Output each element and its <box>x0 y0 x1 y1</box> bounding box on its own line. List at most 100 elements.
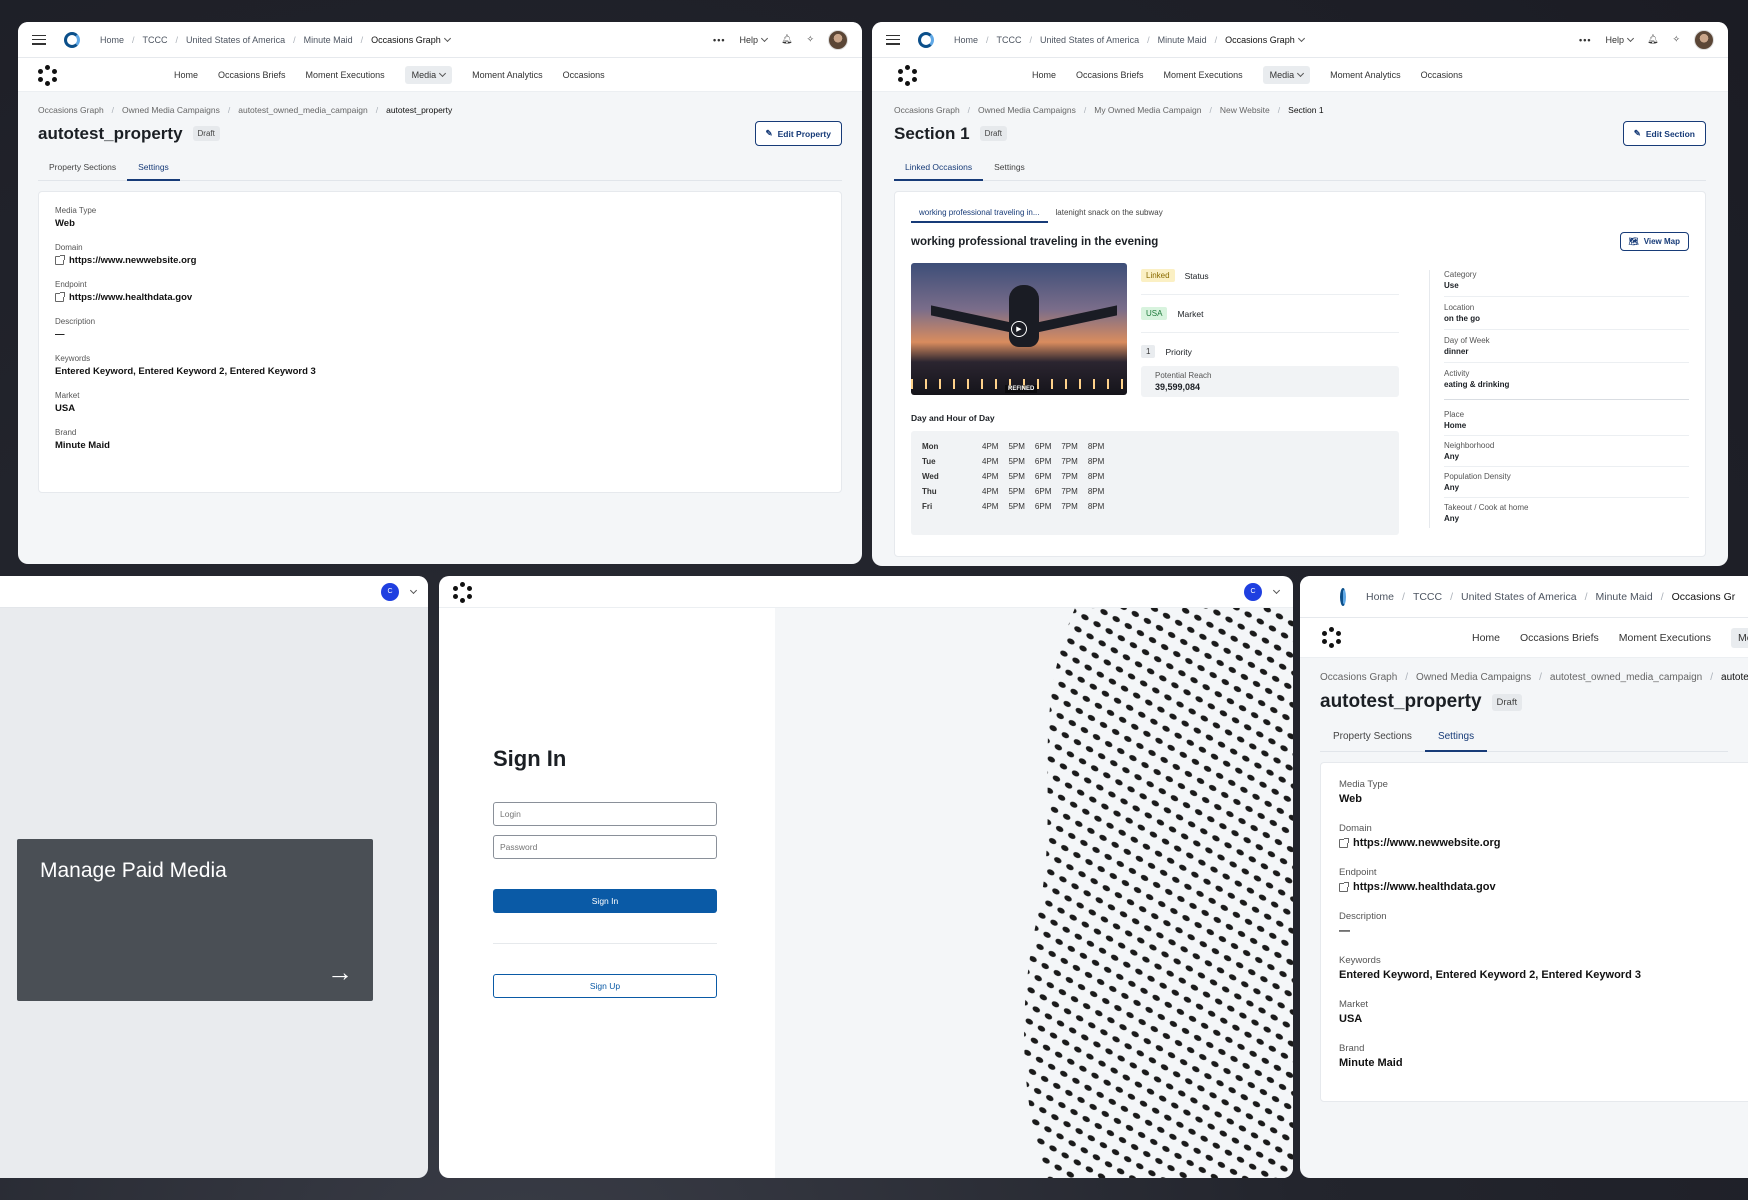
tab-home[interactable]: Home <box>1032 70 1056 80</box>
status-label: Status <box>1184 270 1209 281</box>
dotted-wave-pattern <box>1024 608 1293 1178</box>
crumb-brand[interactable]: Minute Maid <box>304 35 353 45</box>
more-icon[interactable]: ••• <box>713 35 725 45</box>
tab-media[interactable]: Media <box>1731 627 1748 648</box>
edit-property-button[interactable]: ✎ Edit Property <box>754 121 842 146</box>
tab-settings[interactable]: Settings <box>127 155 180 181</box>
attr-value: dinner <box>1444 347 1469 356</box>
chevron-down-icon <box>439 69 447 77</box>
crumb-graph-dropdown[interactable]: Occasions Graph <box>371 34 451 45</box>
view-map-button[interactable]: 🗺︎ View Map <box>1619 232 1689 251</box>
crumb-website[interactable]: New Website <box>1220 105 1270 115</box>
crumb-owned-media[interactable]: Owned Media Campaigns <box>978 105 1076 115</box>
signin-button[interactable]: Sign In <box>493 889 717 913</box>
edit-section-button[interactable]: ✎ Edit Section <box>1622 121 1706 146</box>
crumb-home[interactable]: Home <box>100 35 124 45</box>
signup-button[interactable]: Sign Up <box>493 974 717 998</box>
crumb-graph-dropdown[interactable]: Occasions Graph <box>1225 34 1305 45</box>
tab-moment-executions[interactable]: Moment Executions <box>1164 70 1243 80</box>
help-menu[interactable]: Help <box>739 34 769 45</box>
hamburger-menu-icon[interactable] <box>886 34 900 45</box>
property-window: Home / TCCC / United States of America / Mi… <box>18 22 862 564</box>
crumb-occasions-graph[interactable]: Occasions Graph <box>38 105 104 115</box>
login-input[interactable] <box>493 802 717 826</box>
manage-paid-media-card[interactable]: Manage Paid Media → <box>17 839 373 1001</box>
brand-dots-icon <box>898 65 918 86</box>
sparkle-icon[interactable]: ✧ <box>806 34 814 45</box>
crumb-graph[interactable]: Occasions Gr <box>1672 591 1736 603</box>
crumb-brand[interactable]: Minute Maid <box>1158 35 1207 45</box>
more-icon[interactable]: ••• <box>1579 35 1591 45</box>
tab-occasions-briefs[interactable]: Occasions Briefs <box>218 70 286 80</box>
tab-occasions-briefs[interactable]: Occasions Briefs <box>1520 632 1599 644</box>
sub-nav: Home Occasions Briefs Moment Executions … <box>1300 618 1748 658</box>
tab-occasions[interactable]: Occasions <box>563 70 605 80</box>
chevron-down-icon[interactable] <box>409 586 418 595</box>
tab-moment-executions[interactable]: Moment Executions <box>306 70 385 80</box>
tab-occasions[interactable]: Occasions <box>1421 70 1463 80</box>
crumb-tccc[interactable]: TCCC <box>997 35 1022 45</box>
endpoint-link[interactable]: https://www.healthdata.gov <box>1353 881 1496 893</box>
tab-media[interactable]: Media <box>1262 65 1311 84</box>
hamburger-menu-icon[interactable] <box>32 34 46 45</box>
crumb-owned-media[interactable]: Owned Media Campaigns <box>1416 672 1531 683</box>
page-title: Section 1 Draft <box>894 124 1007 144</box>
tab-occasion-1[interactable]: working professional traveling in... <box>911 204 1048 223</box>
crumb-tccc[interactable]: TCCC <box>143 35 168 45</box>
occasion-image[interactable]: ▶ REFINED <box>911 263 1127 395</box>
help-menu[interactable]: Help <box>1606 34 1635 45</box>
tab-home[interactable]: Home <box>174 70 198 80</box>
tab-settings[interactable]: Settings <box>1424 723 1488 752</box>
user-avatar-badge[interactable]: C <box>381 582 399 601</box>
tab-moment-analytics[interactable]: Moment Analytics <box>472 70 543 80</box>
chevron-down-icon[interactable] <box>1272 586 1281 595</box>
app-logo-icon[interactable] <box>64 31 80 48</box>
user-avatar-badge[interactable]: C <box>1244 582 1262 601</box>
bell-icon[interactable]: 🔔︎ <box>781 34 792 45</box>
market-chip: USA <box>1141 307 1168 320</box>
edit-section-label: Edit Section <box>1645 128 1695 139</box>
tab-property-sections[interactable]: Property Sections <box>38 155 127 180</box>
play-icon[interactable]: ▶ <box>1011 321 1027 337</box>
hour-cell: 5PM <box>1008 442 1025 451</box>
tab-media[interactable]: Media <box>404 65 453 84</box>
tab-media-label: Media <box>1269 69 1295 80</box>
crumb-brand[interactable]: Minute Maid <box>1596 591 1653 603</box>
bell-icon[interactable]: 🔔︎ <box>1647 34 1658 45</box>
crumb-occasions-graph[interactable]: Occasions Graph <box>1320 672 1397 683</box>
crumb-owned-media[interactable]: Owned Media Campaigns <box>122 105 220 115</box>
app-logo-icon[interactable] <box>918 31 934 48</box>
password-input[interactable] <box>493 835 717 859</box>
avatar[interactable] <box>1694 29 1714 50</box>
image-tag: REFINED <box>1005 385 1038 393</box>
tab-home[interactable]: Home <box>1472 632 1500 644</box>
crumb-country[interactable]: United States of America <box>186 35 285 45</box>
avatar[interactable] <box>828 29 848 50</box>
hour-cell: 7PM <box>1061 472 1078 481</box>
tab-moment-analytics[interactable]: Moment Analytics <box>1330 70 1401 80</box>
crumb-country[interactable]: United States of America <box>1040 35 1139 45</box>
tab-property-sections[interactable]: Property Sections <box>1320 723 1425 751</box>
crumb-home[interactable]: Home <box>1366 591 1394 603</box>
endpoint-link[interactable]: https://www.healthdata.gov <box>69 292 192 303</box>
crumb-campaign[interactable]: autotest_owned_media_campaign <box>238 105 367 115</box>
tab-linked-occasions[interactable]: Linked Occasions <box>894 155 984 181</box>
crumb-campaign[interactable]: My Owned Media Campaign <box>1094 105 1201 115</box>
domain-link[interactable]: https://www.newwebsite.org <box>69 255 196 266</box>
tab-occasions-briefs[interactable]: Occasions Briefs <box>1076 70 1144 80</box>
help-label: Help <box>739 34 759 45</box>
app-logo-icon[interactable] <box>1340 587 1346 606</box>
domain-link[interactable]: https://www.newwebsite.org <box>1353 837 1501 849</box>
sparkle-icon[interactable]: ✧ <box>1672 34 1680 45</box>
tab-moment-executions[interactable]: Moment Executions <box>1619 632 1711 644</box>
field-label: Media Type <box>55 206 97 215</box>
day-label: Wed <box>922 472 939 481</box>
field-label: Media Type <box>1339 779 1388 790</box>
crumb-country[interactable]: United States of America <box>1461 591 1577 603</box>
crumb-home[interactable]: Home <box>954 35 978 45</box>
crumb-tccc[interactable]: TCCC <box>1413 591 1442 603</box>
tab-occasion-2[interactable]: latenight snack on the subway <box>1048 204 1171 222</box>
crumb-campaign[interactable]: autotest_owned_media_campaign <box>1550 672 1702 683</box>
crumb-occasions-graph[interactable]: Occasions Graph <box>894 105 960 115</box>
tab-settings[interactable]: Settings <box>983 155 1036 180</box>
